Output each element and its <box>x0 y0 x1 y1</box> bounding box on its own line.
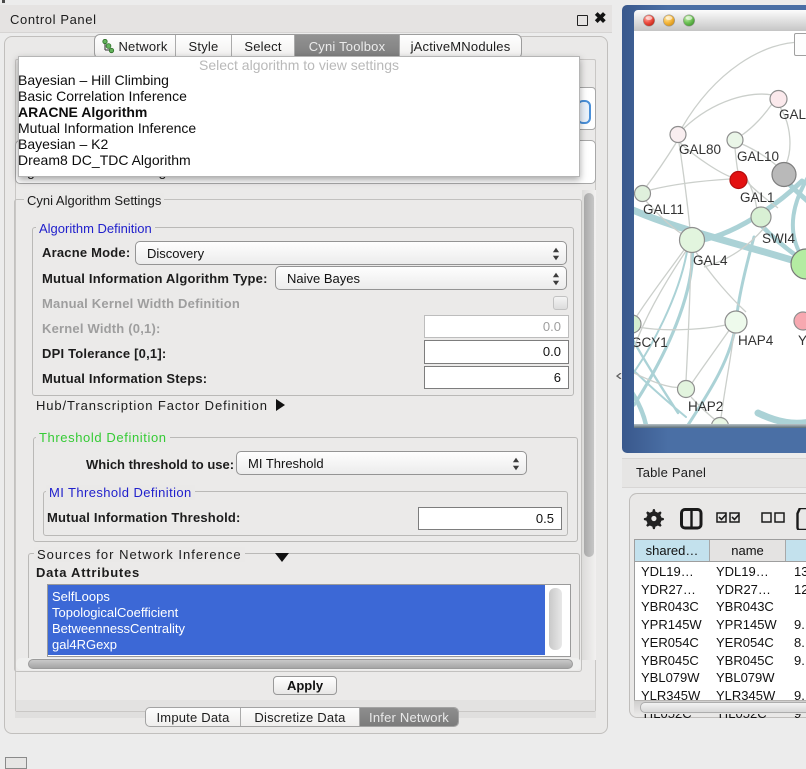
svg-text:GAL7: GAL7 <box>779 107 806 122</box>
svg-text:GCY1: GCY1 <box>634 335 668 350</box>
svg-text:GAL1: GAL1 <box>740 190 775 205</box>
svg-text:GAL4: GAL4 <box>693 253 728 268</box>
svg-text:SWI4: SWI4 <box>762 231 795 246</box>
svg-text:HAP2: HAP2 <box>688 399 723 414</box>
svg-text:Y: Y <box>798 333 806 348</box>
svg-text:GAL11: GAL11 <box>643 202 684 217</box>
svg-text:HAP4: HAP4 <box>738 333 774 348</box>
svg-text:GAL80: GAL80 <box>679 142 721 157</box>
svg-text:GAL10: GAL10 <box>737 149 779 164</box>
